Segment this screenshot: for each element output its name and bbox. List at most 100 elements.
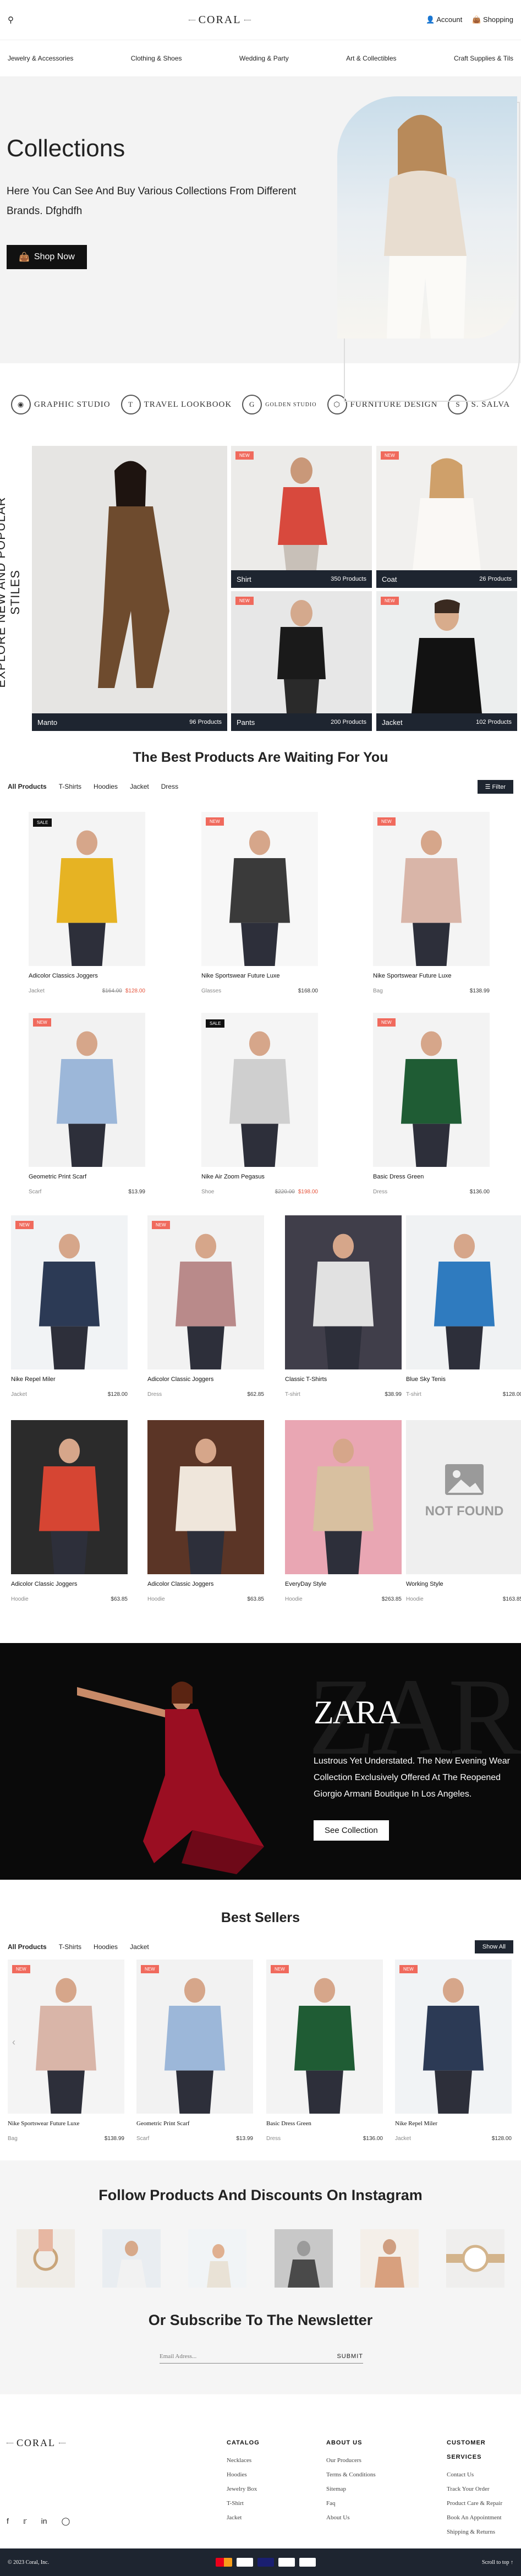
product-price: $13.99 bbox=[128, 1189, 145, 1195]
footer-link[interactable]: Contact Us bbox=[447, 2468, 521, 2482]
tab-all-products[interactable]: All Products bbox=[8, 783, 47, 790]
product-card[interactable]: SALE Adicolor Classics Joggers Jacket $164.… bbox=[29, 812, 145, 994]
product-name: Classic T-Shirts bbox=[285, 1376, 327, 1383]
scroll-to-top-link[interactable]: Scroll to top ↑ bbox=[482, 2559, 513, 2566]
current-price: $63.85 bbox=[111, 1596, 128, 1602]
product-card[interactable]: Classic T-Shirts T-shirt $38.99 bbox=[285, 1215, 402, 1398]
product-card[interactable]: Adicolor Classic Joggers Hoodie $63.85 bbox=[11, 1420, 128, 1602]
show-all-button[interactable]: Show All bbox=[474, 1940, 513, 1953]
tab-jacket[interactable]: Jacket bbox=[130, 783, 149, 790]
tab-t-shirts[interactable]: T-Shirts bbox=[59, 1943, 81, 1951]
product-card[interactable]: EveryDay Style Hoodie $263.85 bbox=[285, 1420, 402, 1602]
nav-item-craft[interactable]: Craft Supplies & Tils bbox=[454, 54, 513, 62]
footer-link[interactable]: Book An Appointment bbox=[447, 2510, 521, 2525]
footer-link[interactable]: Terms & Conditions bbox=[326, 2468, 376, 2482]
tab-all-products[interactable]: All Products bbox=[8, 1943, 47, 1951]
footer-link[interactable]: Hoodies bbox=[227, 2468, 260, 2482]
product-card[interactable]: Adicolor Classic Joggers Hoodie $63.85 bbox=[147, 1420, 264, 1602]
bestseller-card[interactable]: NEW Nike Sportswear Future Luxe Bag $138.99 bbox=[8, 1960, 124, 2142]
product-card[interactable]: SALE Nike Air Zoom Pegasus Shoe $220.00 $198… bbox=[201, 1013, 318, 1195]
tile-tag: NEW bbox=[381, 597, 399, 605]
footer-link[interactable]: About Us bbox=[326, 2510, 376, 2525]
product-image bbox=[285, 1420, 402, 1574]
search-icon[interactable]: ⚲ bbox=[8, 15, 14, 25]
filter-button[interactable]: ☰ Filter bbox=[477, 779, 513, 794]
category-tile-pants[interactable]: NEW Pants 200 Products bbox=[231, 591, 372, 731]
product-tag: NEW bbox=[141, 1965, 159, 1973]
tab-dress[interactable]: Dress bbox=[161, 783, 178, 790]
submit-button[interactable]: SUBMIT bbox=[337, 2353, 363, 2360]
product-card[interactable]: NEW Nike Repel Miler Jacket $128.00 bbox=[11, 1215, 128, 1398]
footer-service: CUSTOMER SERVICES Contact Us Track Your … bbox=[447, 2436, 521, 2539]
tab-jacket[interactable]: Jacket bbox=[130, 1943, 149, 1951]
instagram-thumb[interactable] bbox=[17, 2229, 75, 2288]
footer-link[interactable]: Sitemap bbox=[326, 2482, 376, 2496]
category-tile-jacket[interactable]: NEW Jacket 102 Products bbox=[376, 591, 517, 731]
product-category: Scarf bbox=[136, 2136, 150, 2142]
product-image: NEW bbox=[266, 1960, 383, 2114]
footer-link[interactable]: Jewelry Box bbox=[227, 2482, 260, 2496]
product-image: NEW bbox=[373, 1013, 490, 1167]
footer-logo-text: CORAL bbox=[17, 2437, 56, 2448]
brand-graphic-studio[interactable]: ◉ GRAPHIC STUDIO bbox=[11, 395, 111, 414]
product-meta: Scarf $13.99 bbox=[29, 1189, 145, 1195]
nav-item-art[interactable]: Art & Collectibles bbox=[346, 54, 396, 62]
twitter-icon[interactable]: 𝕣 bbox=[23, 2517, 27, 2526]
product-name: Working Style bbox=[406, 1581, 443, 1587]
product-image: SALE bbox=[29, 812, 145, 966]
account-label: Account bbox=[436, 15, 463, 24]
instagram-thumb[interactable] bbox=[360, 2229, 419, 2288]
bestseller-card[interactable]: NEW Basic Dress Green Dress $136.00 bbox=[266, 1960, 383, 2142]
product-meta: T-shirt $128.00 bbox=[406, 1391, 521, 1398]
product-card[interactable]: NOT FOUND Working Style Hoodie $163.85 bbox=[406, 1420, 521, 1602]
footer-link[interactable]: Shipping & Returns bbox=[447, 2525, 521, 2539]
product-card[interactable]: NEW Adicolor Classic Joggers Dress $62.85 bbox=[147, 1215, 264, 1398]
category-tile-coat[interactable]: NEW Coat 26 Products bbox=[376, 446, 517, 588]
footer-link[interactable]: Product Care & Repair bbox=[447, 2496, 521, 2510]
carousel-prev-icon[interactable]: ‹ bbox=[12, 2037, 15, 2048]
linkedin-icon[interactable]: in bbox=[41, 2517, 47, 2526]
brand-travel-lookbook[interactable]: T TRAVEL LOOKBOOK bbox=[120, 395, 232, 414]
see-collection-button[interactable]: See Collection bbox=[314, 1820, 389, 1841]
nav-item-wedding[interactable]: Wedding & Party bbox=[239, 54, 289, 62]
footer-link[interactable]: Jacket bbox=[227, 2510, 260, 2525]
bestseller-card[interactable]: NEW Nike Repel Miler Jacket $128.00 bbox=[395, 1960, 512, 2142]
footer-link[interactable]: Track Your Order bbox=[447, 2482, 521, 2496]
email-input[interactable] bbox=[160, 2353, 297, 2360]
shopping-link[interactable]: 👜 Shopping bbox=[472, 15, 513, 24]
old-price: $220.00 bbox=[275, 1189, 295, 1195]
instagram-icon[interactable]: ◯ bbox=[62, 2517, 70, 2526]
category-tile-shirt[interactable]: NEW Shirt 350 Products bbox=[231, 446, 372, 588]
tab-t-shirts[interactable]: T-Shirts bbox=[59, 783, 81, 790]
nav-item-clothing[interactable]: Clothing & Shoes bbox=[131, 54, 182, 62]
logo[interactable]: CORAL bbox=[188, 14, 251, 26]
shop-now-button[interactable]: 👜 Shop Now bbox=[7, 245, 87, 269]
product-image: NEW bbox=[8, 1960, 124, 2114]
instagram-thumb[interactable] bbox=[446, 2229, 504, 2288]
footer-link[interactable]: T-Shirt bbox=[227, 2496, 260, 2510]
tab-hoodies[interactable]: Hoodies bbox=[94, 1943, 118, 1951]
footer-link[interactable]: Necklaces bbox=[227, 2453, 260, 2468]
product-card[interactable]: NEW Basic Dress Green Dress $136.00 bbox=[373, 1013, 490, 1195]
facebook-icon[interactable]: f bbox=[7, 2517, 9, 2526]
footer-link[interactable]: Faq bbox=[326, 2496, 376, 2510]
product-card[interactable]: NEW Geometric Print Scarf Scarf $13.99 bbox=[29, 1013, 145, 1195]
category-tile-manto[interactable]: Manto 96 Products bbox=[32, 446, 227, 731]
instagram-thumb[interactable] bbox=[188, 2229, 247, 2288]
account-link[interactable]: 👤 Account bbox=[426, 15, 462, 24]
instagram-thumb[interactable] bbox=[274, 2229, 333, 2288]
brand-golden-studio[interactable]: G GOLDEN STUDIO bbox=[242, 395, 316, 414]
current-price: $263.85 bbox=[381, 1596, 402, 1602]
product-card[interactable]: NEW Nike Sportswear Future Luxe Bag $138.99 bbox=[373, 812, 490, 994]
product-price: $220.00 $198.00 bbox=[275, 1189, 318, 1195]
product-category: Jacket bbox=[11, 1391, 27, 1398]
bestseller-card[interactable]: NEW Geometric Print Scarf Scarf $13.99 bbox=[136, 1960, 253, 2142]
tab-hoodies[interactable]: Hoodies bbox=[94, 783, 118, 790]
product-category: T-shirt bbox=[406, 1391, 421, 1398]
nav-item-jewelry[interactable]: Jewelry & Accessories bbox=[8, 54, 73, 62]
instagram-thumb[interactable] bbox=[102, 2229, 161, 2288]
footer-link[interactable]: Our Producers bbox=[326, 2453, 376, 2468]
product-card[interactable]: Blue Sky Tenis T-shirt $128.00 bbox=[406, 1215, 521, 1398]
footer-logo[interactable]: CORAL bbox=[7, 2437, 66, 2449]
product-card[interactable]: NEW Nike Sportswear Future Luxe Glasses $16… bbox=[201, 812, 318, 994]
